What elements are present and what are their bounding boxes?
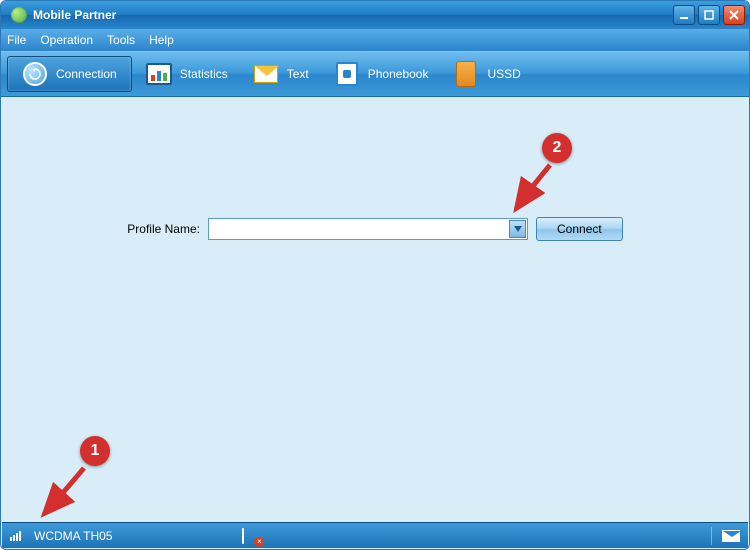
tab-text[interactable]: Text <box>241 52 322 96</box>
profile-name-label: Profile Name: <box>127 222 200 236</box>
window-title: Mobile Partner <box>33 8 673 22</box>
connection-icon <box>22 61 48 87</box>
annotation-callout-2: 2 <box>542 133 572 163</box>
mail-icon[interactable] <box>722 530 740 542</box>
menu-tools[interactable]: Tools <box>107 33 135 47</box>
maximize-button[interactable] <box>698 5 720 25</box>
tab-ussd-label: USSD <box>487 67 520 81</box>
text-icon <box>253 61 279 87</box>
phonebook-icon <box>334 61 360 87</box>
toolbar: Connection Statistics Text Phonebook USS… <box>1 51 749 97</box>
status-right-group <box>711 527 740 545</box>
profile-name-combo[interactable] <box>208 218 528 240</box>
title-bar: Mobile Partner <box>1 1 749 29</box>
annotation-arrow-1 <box>36 462 96 520</box>
close-button[interactable] <box>723 5 745 25</box>
menu-file[interactable]: File <box>7 33 26 47</box>
signal-icon <box>10 531 24 541</box>
menu-help[interactable]: Help <box>149 33 174 47</box>
profile-dropdown-button[interactable] <box>509 220 526 238</box>
menu-bar: File Operation Tools Help <box>1 29 749 51</box>
connect-button[interactable]: Connect <box>536 217 623 241</box>
annotation-arrow-2 <box>510 159 560 215</box>
ussd-icon <box>453 61 479 87</box>
tab-connection[interactable]: Connection <box>7 56 132 92</box>
network-status-text: WCDMA TH05 <box>34 529 112 543</box>
tab-text-label: Text <box>287 67 309 81</box>
maximize-icon <box>703 9 715 21</box>
app-window: Mobile Partner File Operation Tools Help… <box>0 0 750 550</box>
annotation-callout-1: 1 <box>80 436 110 466</box>
minimize-button[interactable] <box>673 5 695 25</box>
window-controls <box>673 5 745 25</box>
status-separator <box>711 527 712 545</box>
tab-ussd[interactable]: USSD <box>441 52 533 96</box>
statistics-icon <box>146 61 172 87</box>
tab-statistics-label: Statistics <box>180 67 228 81</box>
app-icon <box>11 7 27 23</box>
profile-row: Profile Name: Connect <box>2 217 748 241</box>
profile-name-input[interactable] <box>209 219 509 239</box>
close-icon <box>728 9 740 21</box>
content-area: Profile Name: Connect 2 1 <box>2 97 748 522</box>
menu-operation[interactable]: Operation <box>40 33 93 47</box>
minimize-icon <box>678 9 690 21</box>
chevron-down-icon <box>514 226 522 232</box>
status-bar: WCDMA TH05 × <box>2 522 748 548</box>
tab-statistics[interactable]: Statistics <box>134 52 241 96</box>
tab-phonebook-label: Phonebook <box>368 67 429 81</box>
tab-phonebook[interactable]: Phonebook <box>322 52 442 96</box>
tab-connection-label: Connection <box>56 67 117 81</box>
connection-status-icon: × <box>242 529 260 543</box>
